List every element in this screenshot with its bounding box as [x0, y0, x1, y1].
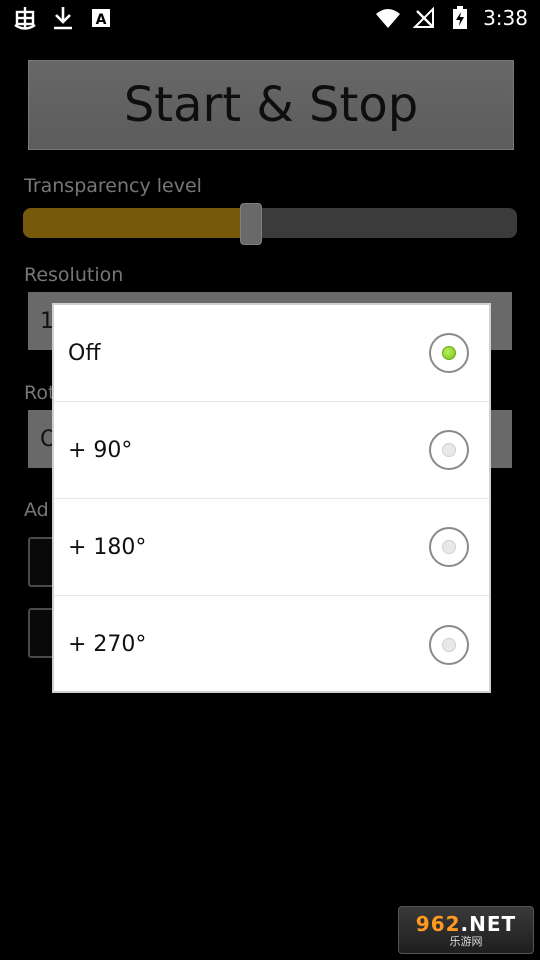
watermark-suffix: .NET	[460, 911, 517, 936]
radio-dot	[442, 637, 456, 652]
watermark-logo: 962.NET 乐游网	[398, 906, 534, 954]
option-label: + 270°	[68, 632, 147, 657]
bug-icon	[12, 5, 38, 31]
transparency-label: Transparency level	[24, 175, 202, 197]
transparency-slider[interactable]	[23, 208, 517, 238]
watermark-number: 962	[415, 911, 461, 936]
transparency-slider-fill	[23, 208, 251, 238]
status-bar: A 3:38	[0, 0, 540, 36]
radio-dot	[442, 540, 456, 554]
status-left-icons: A	[12, 5, 114, 31]
radio-button[interactable]	[429, 624, 469, 665]
no-signal-icon	[411, 5, 437, 31]
resolution-label: Resolution	[24, 264, 124, 286]
option-plus-270[interactable]: + 270°	[54, 596, 489, 693]
radio-button[interactable]	[429, 430, 469, 470]
option-plus-180[interactable]: + 180°	[54, 499, 489, 596]
option-label: + 90°	[68, 437, 133, 463]
option-off[interactable]: Off	[54, 305, 489, 402]
rotation-label: Rot	[24, 382, 56, 404]
radio-button[interactable]	[429, 527, 469, 567]
transparency-slider-thumb[interactable]	[240, 203, 263, 245]
watermark-bottom: 乐游网	[449, 934, 483, 948]
radio-dot	[442, 443, 456, 457]
radio-button[interactable]	[429, 333, 469, 373]
watermark-top: 962.NET	[416, 913, 516, 935]
status-time: 3:38	[483, 6, 528, 30]
wifi-icon	[375, 5, 401, 31]
option-label: Off	[68, 340, 101, 366]
option-label: + 180°	[68, 534, 147, 560]
font-a-icon: A	[88, 5, 114, 31]
status-right-icons: 3:38	[375, 5, 528, 31]
battery-icon	[447, 5, 473, 31]
start-stop-button[interactable]: Start & Stop	[28, 60, 514, 150]
screen: A 3:38 Start & Stop Transparency level R…	[0, 0, 540, 960]
option-plus-90[interactable]: + 90°	[54, 402, 489, 499]
rotation-dialog: Off + 90° + 180° + 270°	[52, 303, 491, 693]
download-icon	[50, 5, 76, 31]
ads-label: Ad	[24, 499, 49, 521]
font-a-letter: A	[96, 12, 107, 28]
radio-dot	[442, 346, 456, 360]
